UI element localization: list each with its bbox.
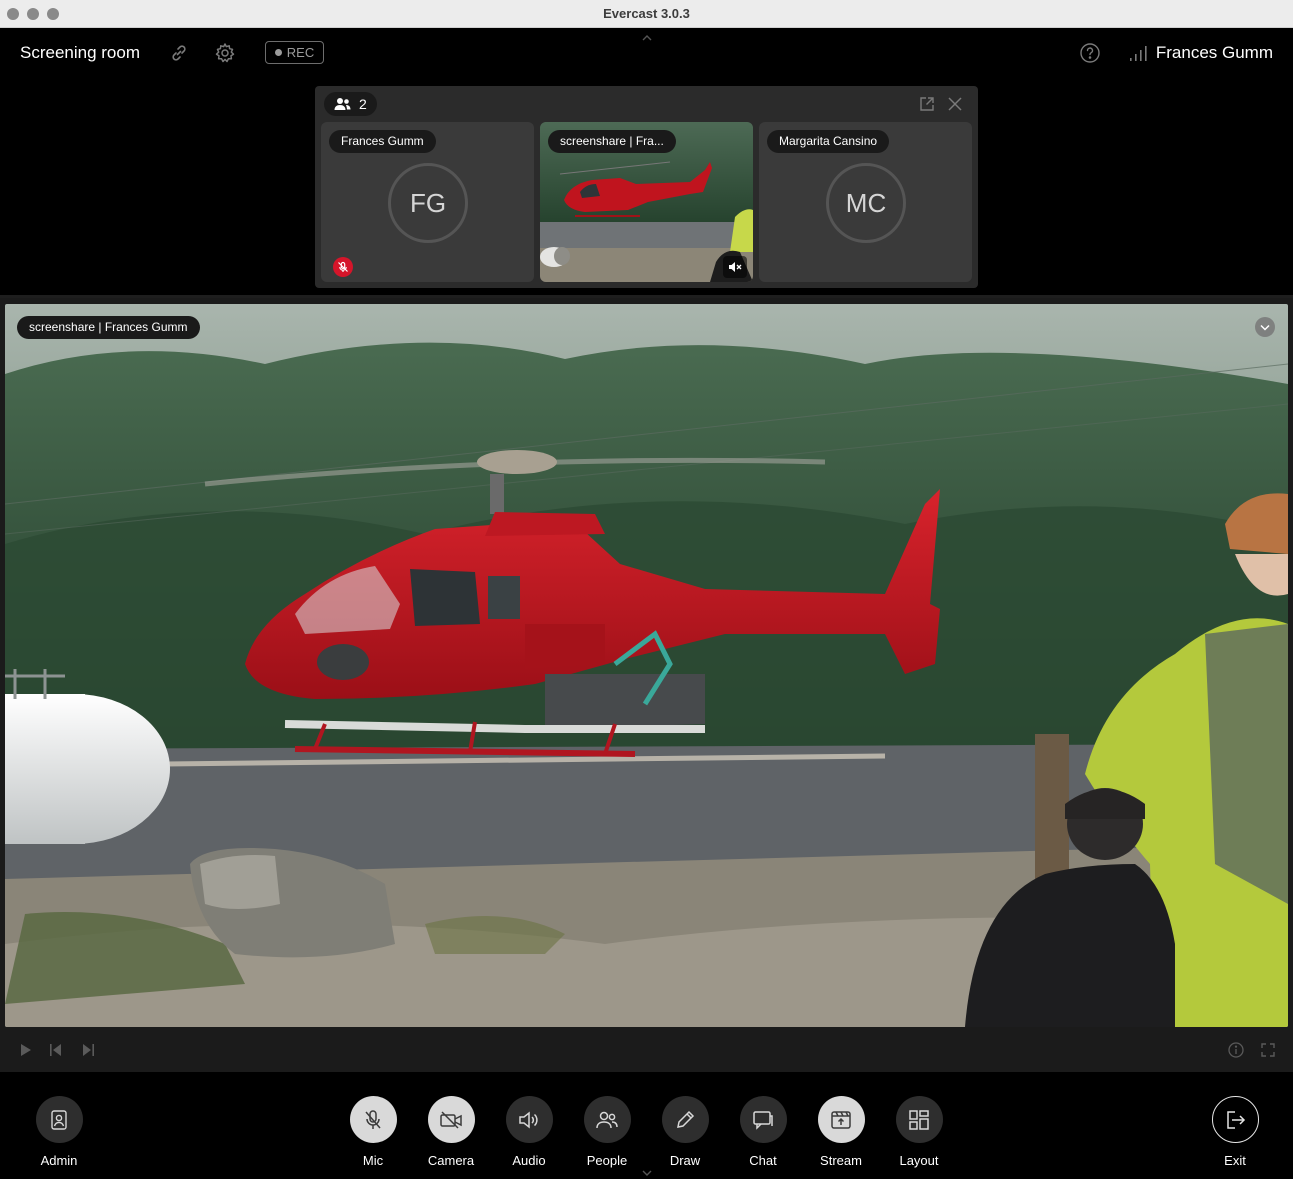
avatar: FG: [388, 163, 468, 243]
participant-count-badge[interactable]: 2: [324, 92, 377, 116]
participant-count: 2: [359, 96, 367, 112]
participant-name-label: Frances Gumm: [329, 130, 436, 153]
helicopter-video-frame: [5, 304, 1288, 1027]
exit-label: Exit: [1224, 1153, 1246, 1168]
people-icon: [334, 98, 351, 110]
window-title: Evercast 3.0.3: [603, 6, 690, 21]
participant-name-label: Margarita Cansino: [767, 130, 890, 153]
camera-off-icon: [427, 1096, 475, 1143]
window-titlebar: Evercast 3.0.3: [0, 0, 1293, 28]
pencil-icon: [661, 1096, 709, 1143]
avatar-initials: FG: [409, 187, 447, 218]
play-icon[interactable]: [18, 1042, 34, 1058]
current-user-name[interactable]: Frances Gumm: [1156, 43, 1273, 63]
draw-button[interactable]: Draw: [650, 1096, 720, 1168]
popout-icon[interactable]: [918, 95, 936, 113]
main-stage: [0, 298, 1293, 1072]
layout-button[interactable]: Layout: [884, 1096, 954, 1168]
gear-icon[interactable]: [213, 41, 237, 65]
info-icon[interactable]: [1228, 1042, 1244, 1058]
draw-label: Draw: [669, 1153, 701, 1168]
stream-label: Stream: [820, 1153, 862, 1168]
main-video-label: screenshare | Frances Gumm: [17, 316, 200, 339]
participant-tile-margarita-cansino[interactable]: Margarita Cansino MC: [759, 122, 972, 282]
people-button[interactable]: People: [572, 1096, 642, 1168]
audio-button[interactable]: Audio: [494, 1096, 564, 1168]
participant-name-label: screenshare | Fra...: [548, 130, 676, 153]
layout-label: Layout: [899, 1153, 939, 1168]
participant-tile-frances-gumm[interactable]: Frances Gumm FG: [321, 122, 534, 282]
people-label: People: [586, 1153, 628, 1168]
exit-button[interactable]: Exit: [1200, 1096, 1270, 1168]
admin-button[interactable]: Admin: [24, 1096, 94, 1168]
link-icon[interactable]: [167, 41, 191, 65]
record-dot-icon: [274, 49, 282, 56]
bottom-toolbar: Admin Mic Camera Audio People Draw Chat …: [0, 1072, 1293, 1179]
mic-button[interactable]: Mic: [338, 1096, 408, 1168]
speaker-muted-icon: [723, 256, 747, 278]
avatar: MC: [826, 163, 906, 243]
fullscreen-icon[interactable]: [1260, 1042, 1276, 1058]
signal-icon: [1126, 41, 1150, 65]
stream-icon: [817, 1096, 865, 1143]
record-label: REC: [286, 45, 315, 60]
room-name: Screening room: [20, 43, 141, 62]
chat-button[interactable]: Chat: [728, 1096, 798, 1168]
avatar-initials: MC: [845, 187, 887, 218]
chat-label: Chat: [749, 1153, 777, 1168]
admin-icon: [35, 1096, 83, 1143]
camera-button[interactable]: Camera: [416, 1096, 486, 1168]
player-controls: [0, 1030, 1293, 1070]
chat-icon: [739, 1096, 787, 1143]
speaker-icon: [505, 1096, 553, 1143]
people-icon: [583, 1096, 631, 1143]
stream-button[interactable]: Stream: [806, 1096, 876, 1168]
audio-label: Audio: [512, 1153, 546, 1168]
camera-label: Camera: [427, 1153, 475, 1168]
mic-off-icon: [349, 1096, 397, 1143]
room-header: Screening room REC Frances Gumm: [0, 28, 1293, 78]
collapse-chevron-up-icon[interactable]: [640, 33, 654, 43]
step-forward-icon[interactable]: [80, 1042, 96, 1058]
chevron-down-icon[interactable]: [1255, 317, 1275, 337]
exit-icon: [1211, 1096, 1259, 1143]
participants-panel: 2 Frances Gumm FG screenshare | Fra... M…: [315, 86, 978, 288]
mic-muted-icon: [333, 257, 353, 277]
participant-tile-screenshare[interactable]: screenshare | Fra...: [540, 122, 753, 282]
help-icon[interactable]: [1078, 41, 1102, 65]
screenshare-video[interactable]: [5, 304, 1288, 1027]
step-back-icon[interactable]: [48, 1042, 64, 1058]
layout-icon: [895, 1096, 943, 1143]
admin-label: Admin: [40, 1153, 78, 1168]
close-icon[interactable]: [946, 95, 964, 113]
record-button[interactable]: REC: [265, 41, 324, 64]
mic-label: Mic: [362, 1153, 384, 1168]
chevron-down-icon[interactable]: [641, 1169, 653, 1177]
